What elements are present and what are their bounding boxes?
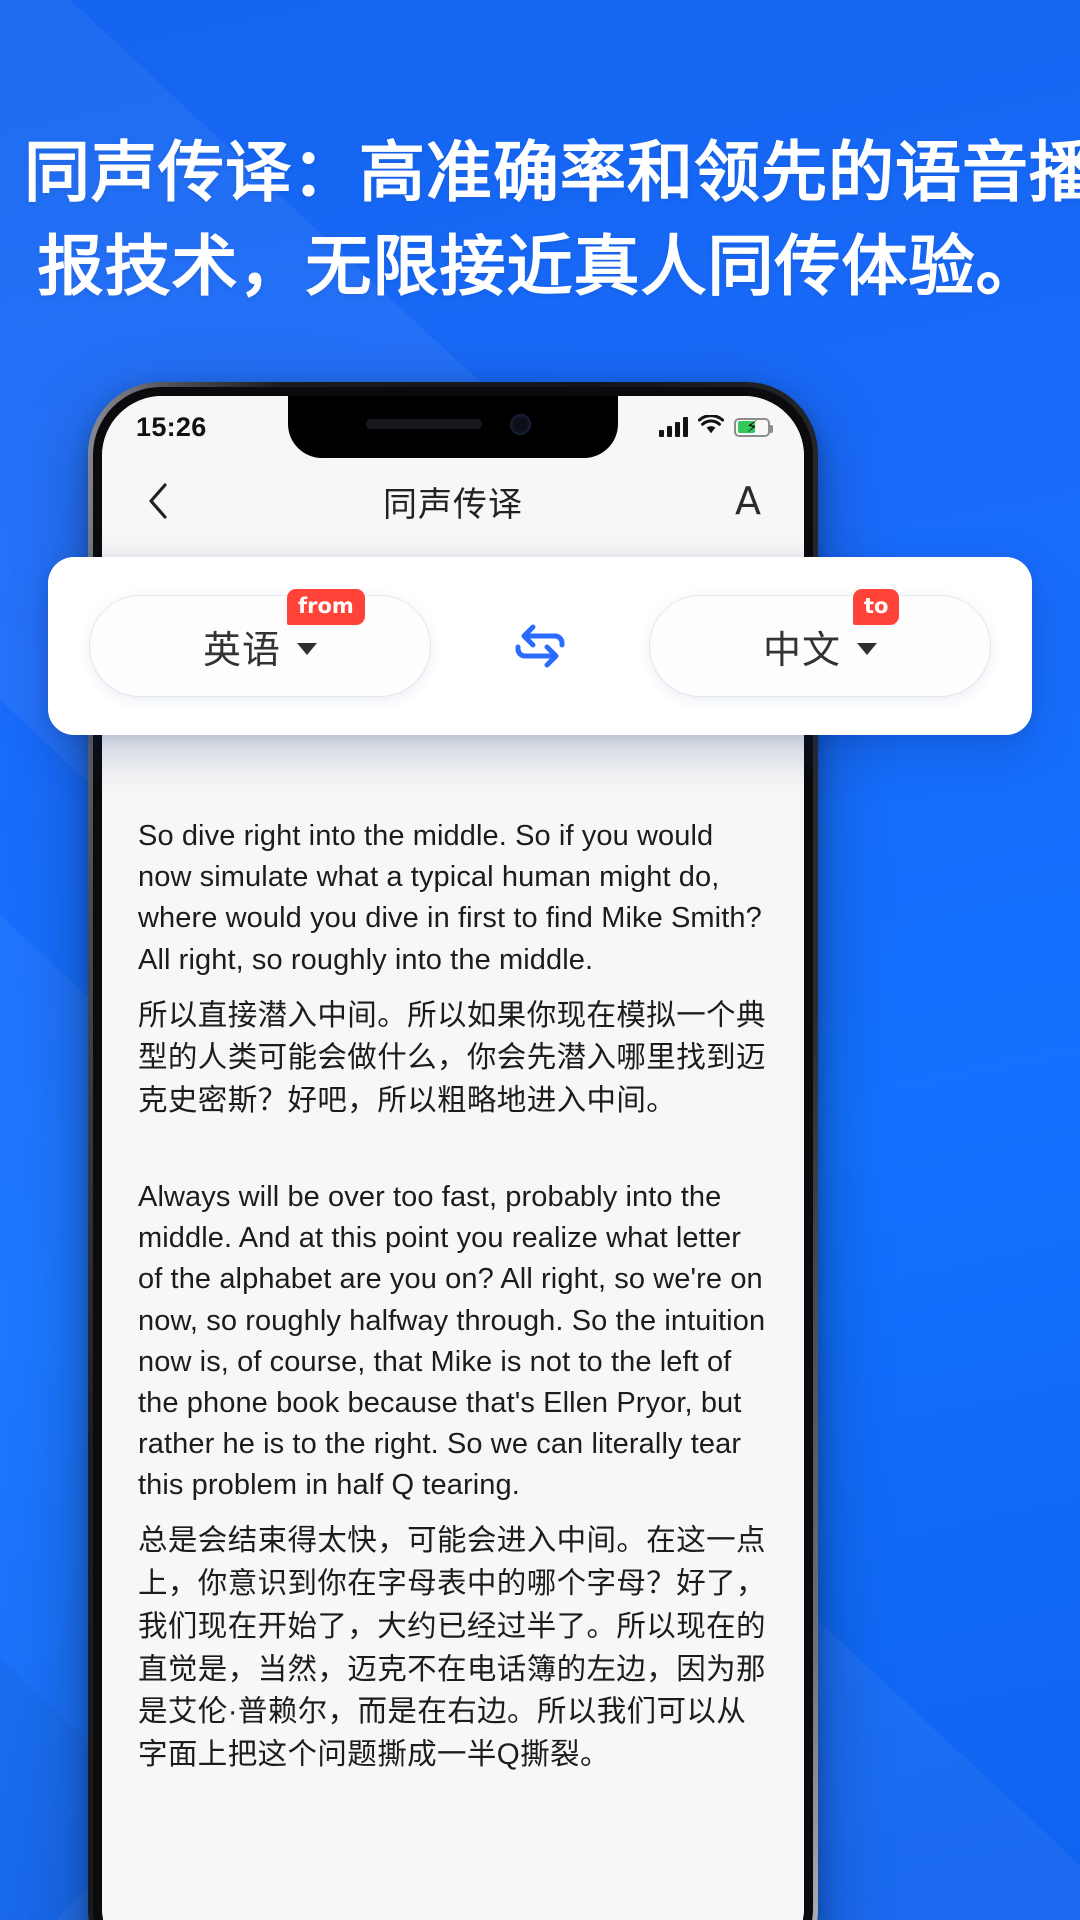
from-badge: from: [286, 588, 365, 625]
swap-languages-button[interactable]: [492, 598, 588, 694]
transcript-translated-text: 所以直接潜入中间。所以如果你现在模拟一个典型的人类可能会做什么，你会先潜入哪里找…: [138, 998, 766, 1118]
transcript-item: Always will be over too fast, probably i…: [138, 1177, 768, 1777]
source-language-selector[interactable]: 英语 from: [90, 588, 430, 696]
target-language-label: 中文: [762, 629, 841, 672]
headline-line-1: 同声传译：高准确率和领先的语音播: [24, 135, 1080, 209]
transcript-item: So dive right into the middle. So if you…: [138, 816, 768, 1123]
language-selector-card: 英语 from 中文 to: [48, 557, 1032, 735]
wifi-icon: [697, 413, 725, 440]
chevron-down-icon: [297, 643, 317, 655]
battery-charging-icon: ⚡: [734, 417, 773, 437]
target-language-selector[interactable]: 中文 to: [650, 588, 990, 696]
source-language-label: 英语: [202, 629, 281, 672]
transcript-source-text: Always will be over too fast, probably i…: [138, 1180, 766, 1502]
page-title: 同声传译: [383, 485, 523, 524]
earpiece-speaker-icon: [366, 419, 482, 429]
front-camera-icon: [510, 414, 531, 435]
back-button[interactable]: [136, 479, 180, 523]
promo-headline: 同声传译：高准确率和领先的语音播 报技术，无限接近真人同传体验。: [0, 126, 1080, 313]
promo-screenshot: 同声传译：高准确率和领先的语音播 报技术，无限接近真人同传体验。 15:26 ⚡…: [0, 0, 1080, 1920]
transcript-source-text: So dive right into the middle. So if you…: [138, 820, 762, 976]
font-size-a-icon[interactable]: A: [726, 479, 770, 523]
status-bar-time: 15:26: [136, 411, 207, 442]
transcript-translated-text: 总是会结束得太快，可能会进入中间。在这一点上，你意识到你在字母表中的哪个字母？好…: [138, 1524, 766, 1772]
transcript-list[interactable]: So dive right into the middle. So if you…: [102, 816, 804, 1920]
chevron-down-icon: [857, 643, 877, 655]
target-language-inner: 中文 to: [762, 588, 900, 674]
phone-notch: [288, 396, 618, 458]
source-language-inner: 英语 from: [202, 588, 365, 674]
cellular-signal-icon: [659, 417, 688, 437]
headline-line-2: 报技术，无限接近真人同传体验。: [37, 228, 1043, 303]
status-bar-indicators: ⚡: [659, 413, 773, 440]
to-badge: to: [852, 588, 900, 625]
app-navigation-bar: 同声传译 A: [102, 458, 804, 544]
